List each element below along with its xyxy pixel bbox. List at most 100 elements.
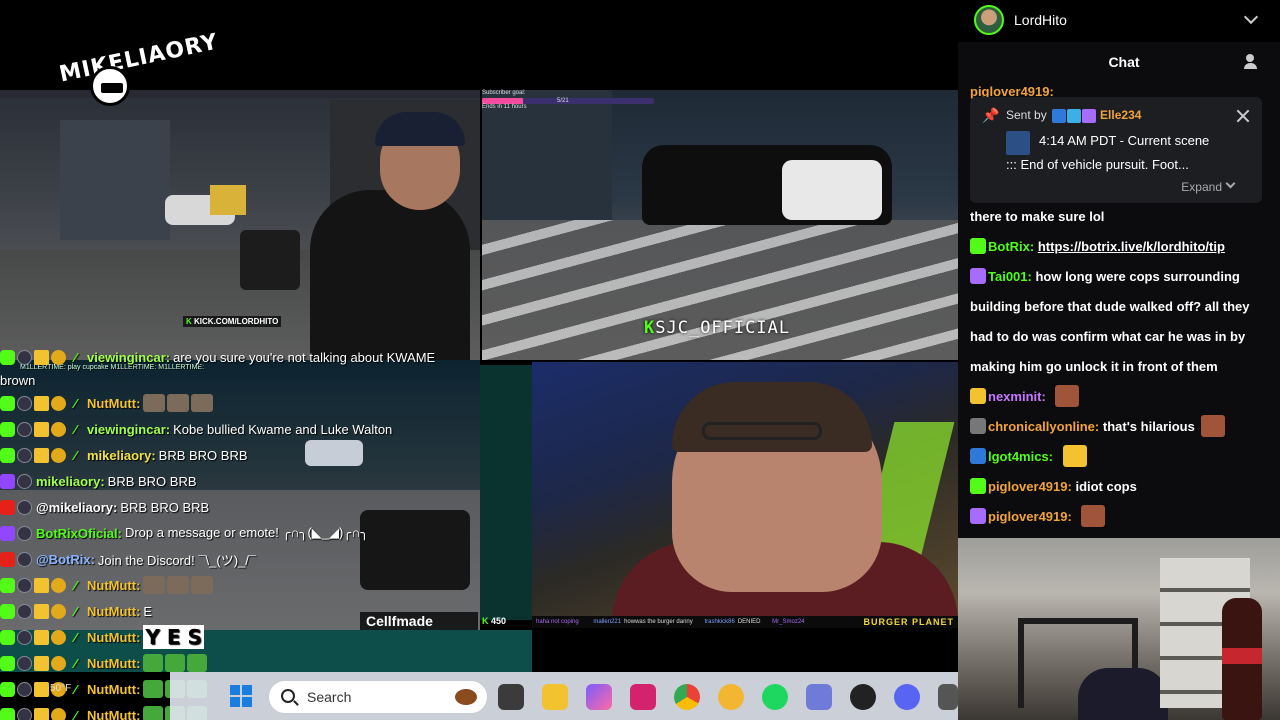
emote-icon: [143, 394, 166, 412]
overlay-chat-row: @mikeliaory: BRB BRO BRB: [0, 494, 540, 520]
user-badge-icon: [970, 478, 986, 494]
overlay-chat-user: viewingincar:: [87, 349, 171, 365]
ticker-user: mallen221: [593, 619, 622, 625]
pinned-thumbnail: [1006, 131, 1030, 155]
chevron-down-icon[interactable]: [1225, 178, 1236, 189]
chat-message: Tai001: how long were cops surrounding b…: [970, 262, 1270, 382]
avatar: [17, 577, 32, 593]
chat-username[interactable]: BotRix:: [988, 239, 1034, 254]
app-icon[interactable]: [938, 684, 958, 710]
chat-username[interactable]: lgot4mics:: [988, 449, 1053, 464]
moderator-icon: ∕: [74, 603, 77, 619]
twitch-icon: [0, 525, 15, 541]
avatar: [17, 551, 32, 567]
overlay-chat-row: BotRixOficial: Drop a message or emote! ╭…: [0, 520, 540, 546]
overlay-chat-row: ∕ NutMutt:: [0, 390, 540, 416]
overlay-chat-row: mikeliaory: BRB BRO BRB: [0, 468, 540, 494]
discord-icon[interactable]: [894, 684, 920, 710]
crosswalk: [482, 220, 958, 360]
pinned-message[interactable]: 📌 Sent by Elle234 4:14 AM PDT - Current …: [970, 97, 1262, 203]
moderator-icon: ∕: [74, 655, 77, 671]
app-icon[interactable]: [630, 684, 656, 710]
chrome-icon[interactable]: [674, 684, 700, 710]
users-icon[interactable]: [1244, 54, 1262, 70]
app-icon[interactable]: [806, 684, 832, 710]
chat-username[interactable]: piglover4919:: [988, 479, 1072, 494]
chat-message: chronicallyonline: that's hilarious: [970, 412, 1270, 442]
chat-message: piglover4919: idiot cops: [970, 472, 1270, 502]
task-view-icon[interactable]: [498, 684, 524, 710]
overlay-chat-user: NutMutt:: [87, 681, 141, 697]
pinned-sender[interactable]: Elle234: [1100, 108, 1141, 122]
chat-username[interactable]: piglover4919:: [988, 509, 1072, 524]
kick-icon: [0, 577, 15, 593]
sub-badge-icon: [51, 349, 66, 365]
overlay-chat-user: NutMutt:: [87, 395, 141, 411]
emote-icon: [143, 654, 164, 672]
crown-badge-icon: [34, 681, 49, 697]
avatar: [17, 395, 32, 411]
chat-username[interactable]: chronicallyonline:: [988, 419, 1099, 434]
moderator-icon: ∕: [74, 395, 77, 411]
overlay-chat-user: NutMutt:: [87, 707, 141, 720]
avatar: [17, 349, 32, 365]
football-icon: [455, 689, 477, 705]
badge-icon: [1082, 108, 1097, 123]
obs-icon[interactable]: [850, 684, 876, 710]
logo-mascot-icon: [90, 66, 130, 106]
building: [60, 120, 170, 240]
crown-badge-icon: [34, 655, 49, 671]
overlay-chat-user: viewingincar:: [87, 421, 171, 437]
chat-message: piglover4919:: [970, 502, 1270, 532]
overlay-chat-row: ∕ mikeliaory: BRB BRO BRB: [0, 442, 540, 468]
chevron-down-icon[interactable]: [1243, 9, 1259, 25]
weather-widget[interactable]: 50°F: [50, 683, 71, 694]
chat-title: Chat: [1108, 54, 1140, 70]
start-button[interactable]: [230, 685, 252, 707]
overlay-chat: ∕ viewingincar: are you sure you're not ta…: [0, 344, 540, 720]
overlay-chat-message: brown: [0, 372, 36, 388]
overlay-chat-message: BRB BRO BRB: [120, 499, 210, 515]
kick-icon: [0, 629, 15, 645]
search-icon: [281, 689, 295, 703]
pinned-text-line1: 4:14 AM PDT - Current scene: [1039, 133, 1210, 148]
overlay-chat-user: BotRixOficial:: [36, 525, 122, 541]
kick-icon: [0, 681, 15, 697]
overlay-chat-message: E: [143, 603, 153, 619]
file-explorer-icon[interactable]: [542, 684, 568, 710]
sub-badge-icon: [51, 655, 66, 671]
close-icon[interactable]: [1236, 109, 1250, 123]
emote-icon: [167, 576, 190, 594]
burger-planet-banner: BURGER PLANET: [863, 617, 954, 627]
sub-badge-icon: [51, 577, 66, 593]
weather-app-icon[interactable]: [718, 684, 744, 710]
crown-badge-icon: [34, 629, 49, 645]
emote-icon: [167, 394, 190, 412]
soda-label: [1222, 648, 1262, 664]
overlay-chat-row: ∕ viewingincar: are you sure you're not ta…: [0, 344, 540, 370]
kick-icon: [0, 447, 15, 463]
emote-icon: [1200, 415, 1225, 437]
feed-watermark-kick: K KICK.COM/LORDHITO: [183, 316, 282, 327]
emote-icon: [191, 394, 214, 412]
crown-badge-icon: [34, 577, 49, 593]
emote-icon: [187, 654, 208, 672]
user-badge-icon: [970, 418, 986, 434]
badge-icon: [1052, 108, 1067, 123]
person-hair: [672, 382, 872, 452]
emote-icon: [143, 680, 164, 698]
copilot-icon[interactable]: [586, 684, 612, 710]
spotify-icon[interactable]: [762, 684, 788, 710]
streamer-logo: MIKELIAORY: [28, 18, 221, 108]
chat-username[interactable]: nexminit:: [988, 389, 1046, 404]
avatar: [17, 629, 32, 645]
avatar[interactable]: [974, 5, 1004, 35]
chat-text: there to make sure lol: [970, 209, 1105, 224]
taskbar-search[interactable]: Search: [268, 680, 488, 714]
overlay-chat-message: are you sure you're not talking about KW…: [173, 349, 436, 365]
channel-name[interactable]: LordHito: [1014, 12, 1067, 28]
chat-link[interactable]: https://botrix.live/k/lordhito/tip: [1038, 239, 1225, 254]
overlay-chat-row-cont: brown: [0, 370, 540, 390]
chat-username[interactable]: Tai001:: [988, 269, 1032, 284]
expand-button[interactable]: Expand: [1181, 180, 1222, 194]
